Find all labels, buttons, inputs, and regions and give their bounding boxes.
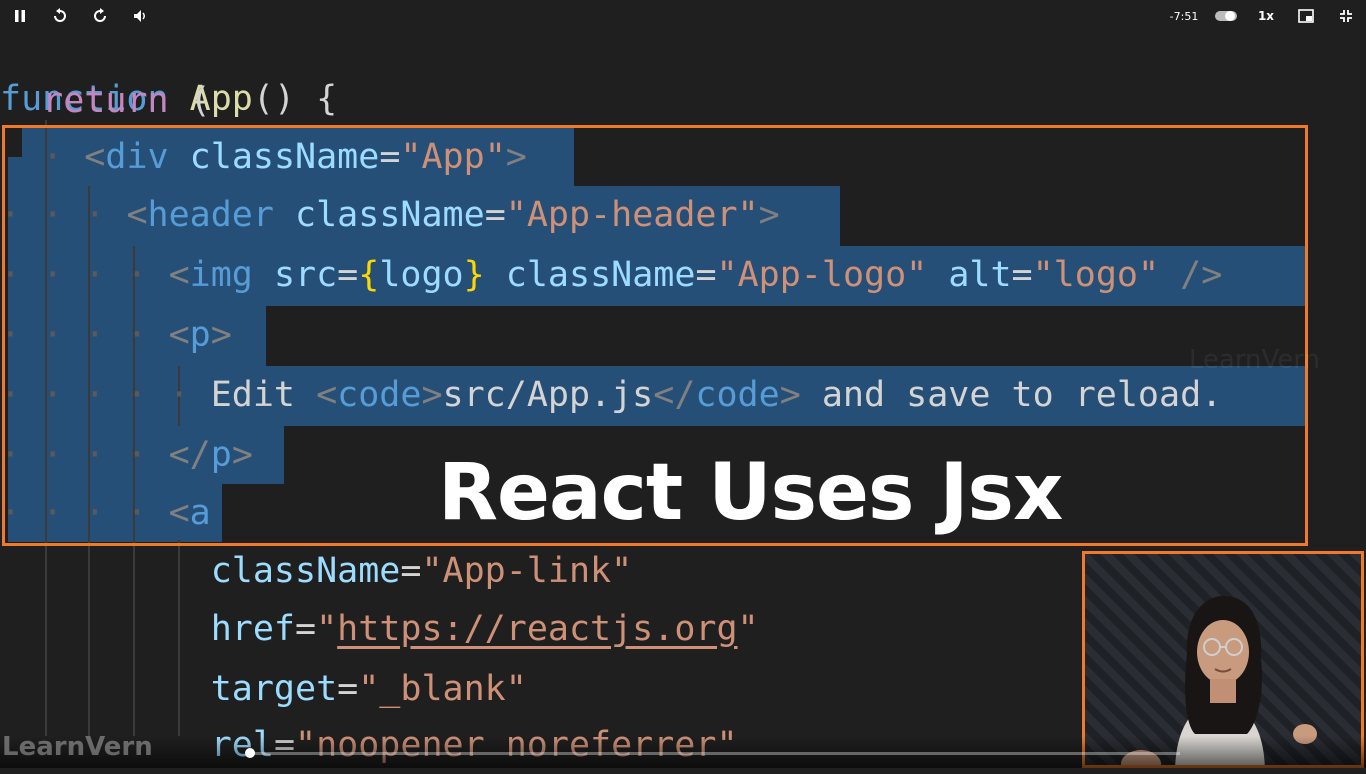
rewind-icon [54, 8, 66, 22]
seek-handle[interactable] [245, 748, 255, 758]
time-remaining: -7:51 [1169, 9, 1199, 23]
url-link: https://reactjs.org [337, 609, 738, 649]
rewind-button[interactable] [50, 6, 70, 26]
code-line-11: href="https://reactjs.org" [210, 609, 759, 649]
pause-button[interactable] [10, 6, 30, 26]
code-line-2: return ( [42, 81, 211, 121]
volume-button[interactable] [130, 6, 150, 26]
forward-icon [94, 8, 106, 22]
volume-icon [134, 10, 145, 22]
brand-watermark: LearnVern [2, 732, 153, 762]
fullscreen-exit-button[interactable] [1336, 6, 1356, 26]
speed-button[interactable]: 1x [1254, 6, 1278, 26]
autoplay-toggle[interactable] [1214, 6, 1238, 26]
overlay-title: React Uses Jsx [438, 448, 1063, 538]
pip-button[interactable] [1296, 6, 1316, 26]
code-line-12: target="_blank" [210, 669, 527, 709]
pause-icon [15, 10, 25, 22]
forward-button[interactable] [90, 6, 110, 26]
pip-icon [1298, 9, 1314, 23]
code-line-10: className="App-link" [210, 551, 633, 591]
seek-bar[interactable] [245, 748, 1180, 758]
watermark: LearnVern [1188, 345, 1320, 375]
toggle-icon [1215, 11, 1237, 21]
fullscreen-exit-icon [1340, 10, 1352, 22]
